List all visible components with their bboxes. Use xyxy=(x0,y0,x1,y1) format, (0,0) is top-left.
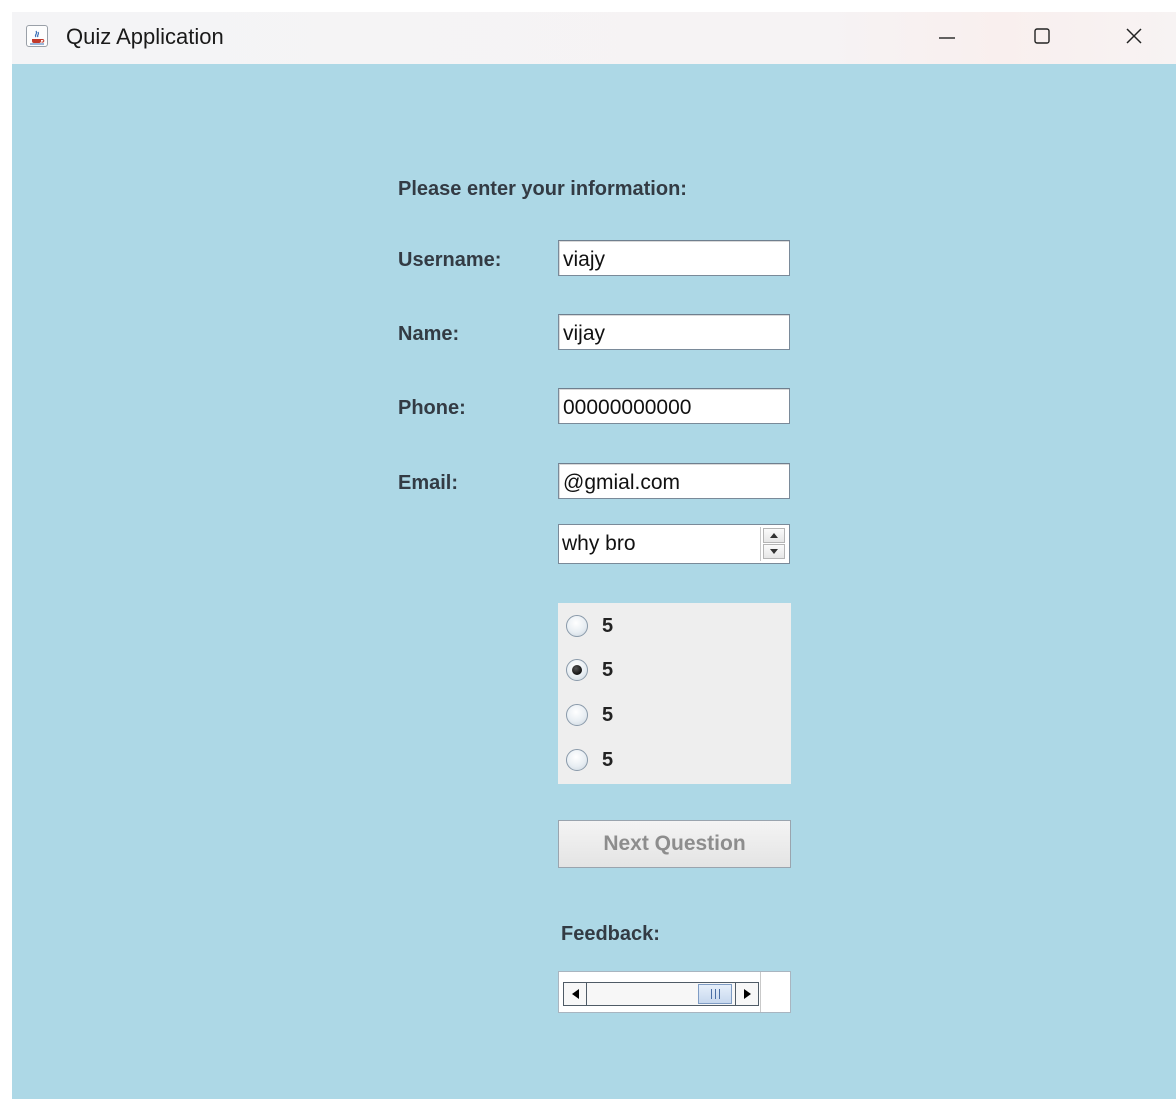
maximize-button[interactable] xyxy=(1012,12,1072,60)
phone-label: Phone: xyxy=(398,397,466,419)
spinner-value[interactable]: why bro xyxy=(562,531,636,557)
minimize-icon xyxy=(939,37,955,39)
name-input[interactable] xyxy=(558,314,790,350)
radio-button[interactable] xyxy=(566,749,588,771)
radio-button-selected[interactable] xyxy=(566,659,588,681)
spinner-down-button[interactable] xyxy=(763,544,785,559)
arrow-up-icon xyxy=(770,533,778,538)
username-label: Username: xyxy=(398,249,502,271)
question-spinner[interactable]: why bro xyxy=(558,524,790,564)
username-input[interactable] xyxy=(558,240,790,276)
form-content: Please enter your information: Username:… xyxy=(12,64,1176,1099)
minimize-button[interactable] xyxy=(917,12,977,60)
option-label: 5 xyxy=(602,659,614,681)
radio-button[interactable] xyxy=(566,704,588,726)
window-title: Quiz Application xyxy=(66,24,224,49)
option-4[interactable]: 5 xyxy=(566,747,613,773)
option-label: 5 xyxy=(602,704,614,726)
arrow-left-icon xyxy=(571,989,579,999)
scroll-left-button[interactable] xyxy=(564,983,587,1005)
email-label: Email: xyxy=(398,472,459,494)
arrow-right-icon xyxy=(743,989,751,999)
name-label: Name: xyxy=(398,323,460,345)
arrow-down-icon xyxy=(770,549,778,554)
option-2[interactable]: 5 xyxy=(566,657,613,683)
answer-options-panel: 5 5 5 5 xyxy=(558,603,791,784)
next-question-button[interactable]: Next Question xyxy=(558,820,791,868)
horizontal-scrollbar[interactable] xyxy=(563,982,759,1006)
scroll-right-button[interactable] xyxy=(735,983,758,1005)
radio-button[interactable] xyxy=(566,615,588,637)
option-label: 5 xyxy=(602,615,614,637)
scrollbar-thumb[interactable] xyxy=(698,984,732,1004)
scroll-corner xyxy=(760,972,790,1012)
feedback-area[interactable] xyxy=(558,971,791,1013)
spinner-buttons xyxy=(760,527,787,561)
option-1[interactable]: 5 xyxy=(566,613,613,639)
close-button[interactable] xyxy=(1104,12,1164,60)
option-label: 5 xyxy=(602,749,614,771)
quiz-window: Quiz Application Please enter your infor… xyxy=(12,12,1176,1099)
java-cup-icon xyxy=(26,25,48,47)
close-icon xyxy=(1126,28,1142,44)
phone-input[interactable] xyxy=(558,388,790,424)
title-bar[interactable]: Quiz Application xyxy=(12,12,1176,64)
form-heading: Please enter your information: xyxy=(398,178,687,200)
option-3[interactable]: 5 xyxy=(566,702,613,728)
spinner-up-button[interactable] xyxy=(763,528,785,543)
feedback-label: Feedback: xyxy=(561,923,660,945)
maximize-icon xyxy=(1034,28,1050,44)
email-input[interactable] xyxy=(558,463,790,499)
